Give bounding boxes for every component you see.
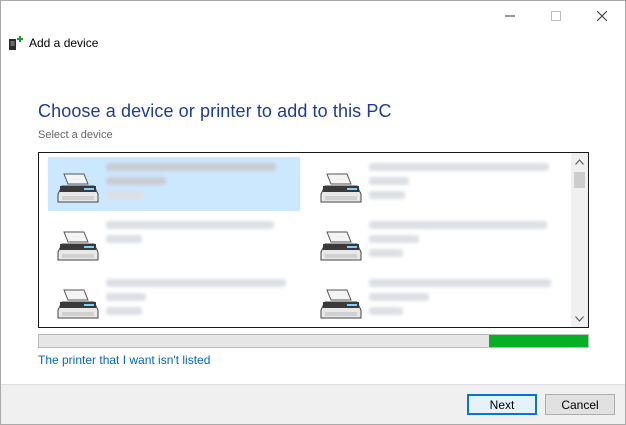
- printer-icon: [57, 289, 99, 319]
- title-row: Add a device: [9, 35, 98, 51]
- device-item[interactable]: [48, 273, 300, 327]
- close-button[interactable]: [579, 1, 625, 31]
- page-subheading: Select a device: [38, 129, 113, 141]
- minimize-button[interactable]: [487, 1, 533, 31]
- caption-buttons: [487, 1, 625, 31]
- printer-icon: [320, 289, 362, 319]
- printer-not-listed-link[interactable]: The printer that I want isn't listed: [38, 353, 210, 367]
- footer-bar: Next Cancel: [1, 384, 625, 424]
- close-icon: [597, 11, 607, 21]
- add-device-window: Add a device Choose a device or printer …: [0, 0, 626, 425]
- vertical-scrollbar[interactable]: [571, 153, 588, 327]
- scrollbar-thumb[interactable]: [574, 172, 585, 188]
- maximize-button[interactable]: [533, 1, 579, 31]
- search-progress-fill: [489, 335, 588, 347]
- chevron-down-icon: [575, 315, 584, 322]
- scroll-up-button[interactable]: [571, 153, 588, 170]
- chevron-up-icon: [575, 158, 584, 165]
- add-device-icon: [9, 36, 23, 50]
- device-item[interactable]: [48, 157, 300, 211]
- next-button[interactable]: Next: [467, 394, 537, 415]
- device-item[interactable]: [48, 215, 300, 269]
- printer-icon: [57, 231, 99, 261]
- printer-icon: [57, 173, 99, 203]
- minimize-icon: [505, 15, 515, 17]
- printer-icon: [320, 173, 362, 203]
- printer-icon: [320, 231, 362, 261]
- page-heading: Choose a device or printer to add to thi…: [38, 101, 392, 121]
- scroll-down-button[interactable]: [571, 310, 588, 327]
- device-item[interactable]: [311, 215, 563, 269]
- cancel-button[interactable]: Cancel: [545, 394, 615, 415]
- device-item[interactable]: [311, 157, 563, 211]
- window-title: Add a device: [29, 36, 99, 50]
- device-list[interactable]: [38, 152, 589, 328]
- device-item[interactable]: [311, 273, 563, 327]
- search-progress-bar: [38, 334, 589, 348]
- maximize-icon: [551, 11, 561, 21]
